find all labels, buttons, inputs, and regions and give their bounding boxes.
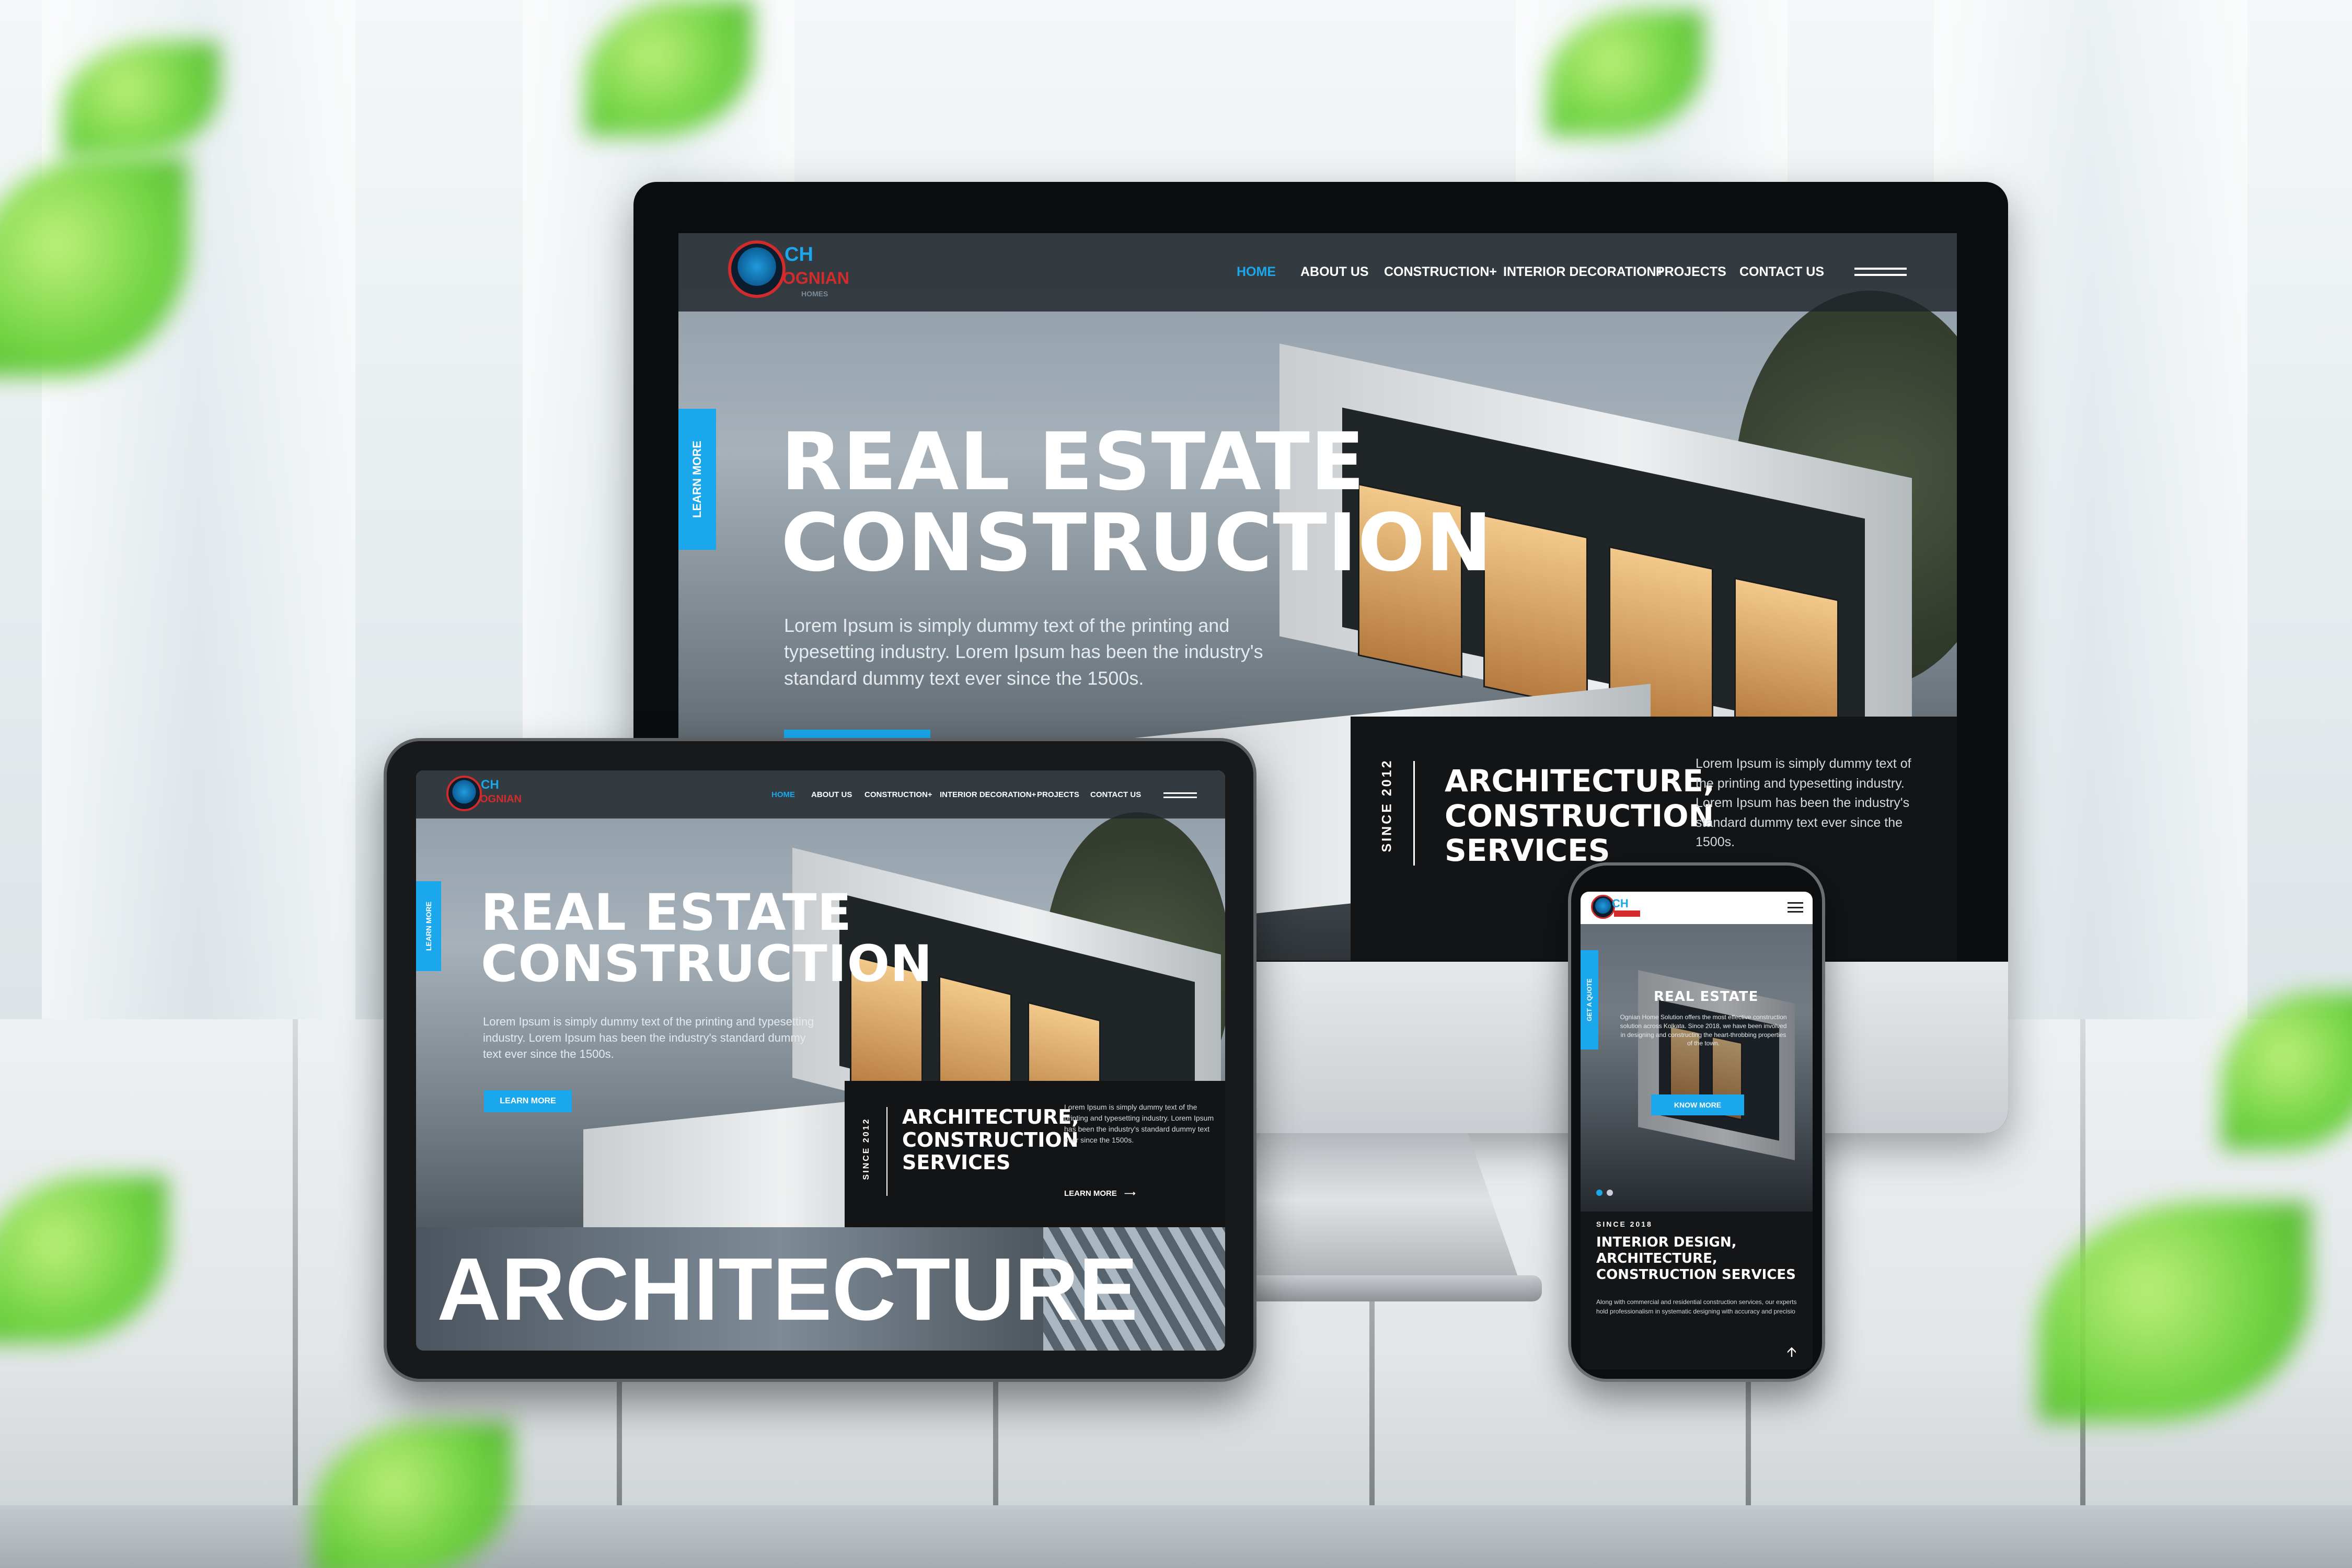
scroll-to-top-icon[interactable]: 🡩 [1781,1341,1802,1362]
architecture-banner: ARCHITECTURE [416,1227,1225,1351]
nav-interior-decoration[interactable]: INTERIOR DECORATION+ [1503,264,1664,280]
site-logo[interactable]: CH OGNIAN HOMES [728,240,849,305]
menu-hamburger-icon[interactable] [1854,268,1907,276]
logo-emblem-icon [728,240,786,298]
hero-description: Lorem Ipsum is simply dummy text of the … [784,615,1263,689]
nav-home[interactable]: HOME [771,790,795,799]
menu-hamburger-icon[interactable] [1788,902,1803,913]
hero-title: REAL ESTATE [1654,989,1759,1005]
since-label: SINCE 2018 [1596,1220,1653,1228]
know-more-button[interactable]: KNOW MORE [1651,1094,1744,1115]
tablet-screen: CH OGNIAN HOME ABOUT US CONSTRUCTION+ IN… [416,770,1225,1351]
services-description: Lorem Ipsum is simply dummy text of the … [1064,1103,1214,1144]
services-title: ARCHITECTURE, CONSTRUCTION SERVICES [902,1105,1079,1174]
nav-projects[interactable]: PROJECTS [1656,264,1726,280]
nav-about-us[interactable]: ABOUT US [811,790,852,799]
hero-learn-more-button[interactable]: LEARN MORE [484,1090,572,1112]
phone-hero: GET A QUOTE REAL ESTATE Ognian Home Solu… [1581,924,1813,1212]
arrow-right-icon: ⟶ [1124,1189,1136,1198]
hero-description: Ognian Home Solution offers the most eff… [1620,1013,1787,1047]
services-learn-more-link[interactable]: LEARN MORE ⟶ [1064,1189,1136,1198]
divider-line [1413,761,1415,866]
slider-dot-active[interactable] [1596,1190,1602,1196]
mockup-scene: CH OGNIAN HOMES HOME ABOUT US CONSTRUCTI… [0,0,2352,1568]
phone-services-section: SINCE 2018 INTERIOR DESIGN, ARCHITECTURE… [1581,1212,1813,1369]
site-navbar: CH OGNIAN HOME ABOUT US CONSTRUCTION+ IN… [416,770,1225,818]
menu-hamburger-icon[interactable] [1163,792,1197,798]
learn-more-side-tab[interactable]: LEARN MORE [416,881,441,971]
services-description: Lorem Ipsum is simply dummy text of the … [1696,756,1911,849]
nav-construction[interactable]: CONSTRUCTION+ [1384,264,1497,280]
divider-line [886,1107,887,1196]
nav-construction[interactable]: CONSTRUCTION+ [864,790,932,799]
nav-about-us[interactable]: ABOUT US [1300,264,1369,280]
phone-header: CH [1581,892,1813,924]
site-navbar: CH OGNIAN HOMES HOME ABOUT US CONSTRUCTI… [678,233,1957,312]
services-title: ARCHITECTURE, CONSTRUCTION SERVICES [1445,763,1715,869]
site-logo[interactable]: CH OGNIAN [446,776,522,815]
nav-contact-us[interactable]: CONTACT US [1739,264,1824,280]
services-panel: SINCE 2012 ARCHITECTURE, CONSTRUCTION SE… [845,1081,1225,1227]
hero-title: REAL ESTATE CONSTRUCTION [481,883,933,993]
site-logo[interactable]: CH [1591,895,1643,921]
phone-screen: CH GET A QUOTE REAL ESTATE Ognian Home S… [1581,892,1813,1369]
since-label: SINCE 2012 [1379,758,1394,852]
logo-emblem-icon [446,776,482,811]
architecture-heading: ARCHITECTURE [437,1240,1138,1339]
services-description: Along with commercial and residential co… [1596,1298,1797,1315]
nav-projects[interactable]: PROJECTS [1037,790,1079,799]
hero-title: REAL ESTATE CONSTRUCTION [781,416,1493,590]
slider-dot[interactable] [1607,1190,1613,1196]
since-label: SINCE 2012 [862,1117,871,1180]
nav-contact-us[interactable]: CONTACT US [1090,790,1141,799]
learn-more-side-tab[interactable]: LEARN MORE [678,409,716,550]
nav-interior-decoration[interactable]: INTERIOR DECORATION+ [940,790,1036,799]
services-title: INTERIOR DESIGN, ARCHITECTURE, CONSTRUCT… [1596,1235,1796,1283]
nav-home[interactable]: HOME [1237,264,1276,280]
get-a-quote-side-tab[interactable]: GET A QUOTE [1581,950,1598,1050]
hero-description: Lorem Ipsum is simply dummy text of the … [483,1015,814,1060]
